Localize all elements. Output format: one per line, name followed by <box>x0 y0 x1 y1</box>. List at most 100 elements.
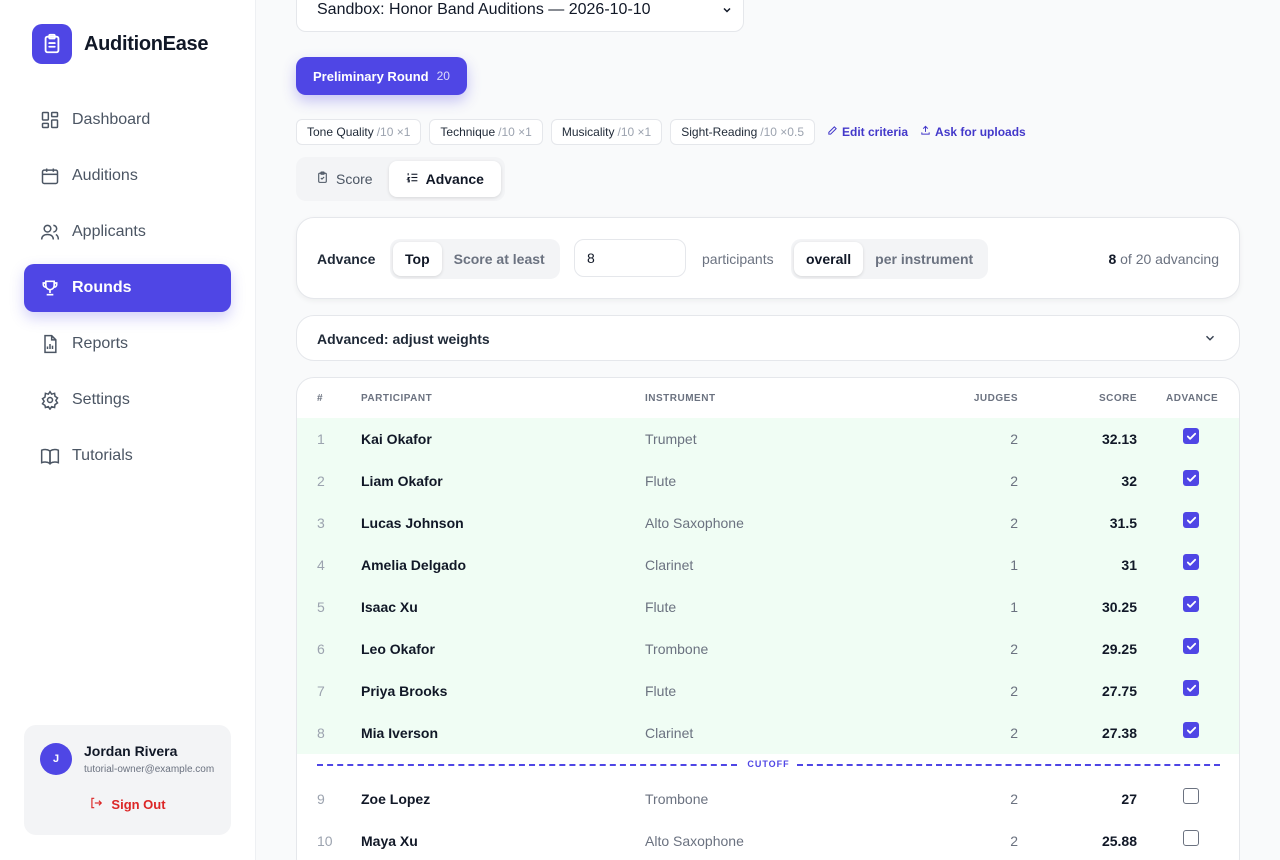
row-judges: 1 <box>1010 599 1018 615</box>
table-row: 6 Leo Okafor Trombone 2 29.25 <box>297 628 1239 670</box>
sidebar-item-settings[interactable]: Settings <box>24 376 231 424</box>
row-participant: Mia Iverson <box>361 725 439 741</box>
report-icon <box>40 334 60 354</box>
scope-per-instrument-option[interactable]: per instrument <box>863 242 985 276</box>
row-score: 25.88 <box>1101 833 1137 849</box>
advance-checkbox[interactable] <box>1183 830 1199 846</box>
list-ordered-icon <box>405 171 419 187</box>
ask-for-uploads-label: Ask for uploads <box>935 125 1026 139</box>
advance-scope-toggle: overall per instrument <box>791 239 989 279</box>
advance-checkbox[interactable] <box>1183 512 1199 528</box>
row-judges: 2 <box>1010 791 1018 807</box>
brand[interactable]: AuditionEase <box>32 24 209 64</box>
row-score: 32.13 <box>1101 431 1137 447</box>
row-instrument: Trombone <box>645 641 709 657</box>
row-score: 27.38 <box>1101 725 1137 741</box>
sign-out-label: Sign Out <box>111 797 166 812</box>
criterion-chip: Sight-Reading/10 ×0.5 <box>670 119 815 145</box>
sidebar-item-rounds[interactable]: Rounds <box>24 264 231 312</box>
advance-checkbox[interactable] <box>1183 680 1199 696</box>
row-score: 31 <box>1121 557 1137 573</box>
tab-advance[interactable]: Advance <box>388 161 501 197</box>
advance-label: Advance <box>317 251 376 267</box>
row-judges: 2 <box>1010 515 1018 531</box>
table-header: # PARTICIPANT INSTRUMENT JUDGES SCORE AD… <box>297 378 1239 418</box>
sidebar-item-dashboard[interactable]: Dashboard <box>24 96 231 144</box>
sidebar-item-tutorials[interactable]: Tutorials <box>24 432 231 480</box>
advance-controls-card: Advance Top Score at least participants … <box>296 217 1240 299</box>
sidebar-item-applicants[interactable]: Applicants <box>24 208 231 256</box>
sidebar-item-reports[interactable]: Reports <box>24 320 231 368</box>
view-tabs: Score Advance <box>296 157 505 201</box>
adjust-weights-accordion[interactable]: Advanced: adjust weights <box>296 315 1240 361</box>
row-judges: 2 <box>1010 641 1018 657</box>
round-tab-preliminary[interactable]: Preliminary Round 20 <box>296 57 467 95</box>
sign-out-button[interactable]: Sign Out <box>24 796 231 813</box>
cutoff-divider: CUTOFF <box>317 754 1220 776</box>
advance-checkbox[interactable] <box>1183 788 1199 804</box>
scope-overall-option[interactable]: overall <box>794 242 864 276</box>
user-email: tutorial-owner@example.com <box>84 764 215 775</box>
row-rank: 2 <box>317 473 325 489</box>
advancing-count: 8 <box>1108 251 1117 267</box>
row-participant: Kai Okafor <box>361 431 432 447</box>
advance-checkbox[interactable] <box>1183 554 1199 570</box>
ask-for-uploads-link[interactable]: Ask for uploads <box>920 125 1026 139</box>
chevron-down-icon <box>721 3 733 21</box>
sidebar-item-label: Auditions <box>72 167 138 184</box>
row-judges: 2 <box>1010 473 1018 489</box>
mode-score-at-least-option[interactable]: Score at least <box>442 242 557 276</box>
chevron-down-icon <box>1203 331 1217 350</box>
row-instrument: Alto Saxophone <box>645 833 744 849</box>
upload-icon <box>920 125 931 139</box>
clipboard-icon <box>32 24 72 64</box>
row-instrument: Trumpet <box>645 431 697 447</box>
row-participant: Maya Xu <box>361 833 418 849</box>
table-row: 10 Maya Xu Alto Saxophone 2 25.88 <box>297 820 1239 860</box>
calendar-icon <box>40 166 60 186</box>
row-participant: Liam Okafor <box>361 473 443 489</box>
row-rank: 5 <box>317 599 325 615</box>
audition-select[interactable]: Sandbox: Honor Band Auditions — 2026-10-… <box>296 0 744 32</box>
advance-checkbox[interactable] <box>1183 722 1199 738</box>
advance-checkbox[interactable] <box>1183 596 1199 612</box>
table-row: 3 Lucas Johnson Alto Saxophone 2 31.5 <box>297 502 1239 544</box>
advance-checkbox[interactable] <box>1183 428 1199 444</box>
row-rank: 3 <box>317 515 325 531</box>
sidebar-item-auditions[interactable]: Auditions <box>24 152 231 200</box>
table-row: 1 Kai Okafor Trumpet 2 32.13 <box>297 418 1239 460</box>
criterion-name: Sight-Reading <box>681 125 758 139</box>
row-participant: Isaac Xu <box>361 599 418 615</box>
row-score: 29.25 <box>1101 641 1137 657</box>
cutoff-label: CUTOFF <box>747 759 790 769</box>
row-instrument: Alto Saxophone <box>645 515 744 531</box>
row-rank: 7 <box>317 683 325 699</box>
row-instrument: Trombone <box>645 791 709 807</box>
row-rank: 6 <box>317 641 325 657</box>
tab-score[interactable]: Score <box>300 161 389 197</box>
sidebar-item-label: Reports <box>72 335 129 352</box>
edit-criteria-link[interactable]: Edit criteria <box>827 125 908 139</box>
table-row: 5 Isaac Xu Flute 1 30.25 <box>297 586 1239 628</box>
advance-mode-toggle: Top Score at least <box>390 239 560 279</box>
criterion-chip: Technique/10 ×1 <box>429 119 543 145</box>
advance-checkbox[interactable] <box>1183 470 1199 486</box>
edit-criteria-label: Edit criteria <box>842 125 909 139</box>
sidebar-item-label: Settings <box>72 391 130 408</box>
criterion-weight: /10 ×0.5 <box>760 125 804 139</box>
mode-top-option[interactable]: Top <box>393 242 442 276</box>
col-header-participant: PARTICIPANT <box>361 393 433 404</box>
advance-checkbox[interactable] <box>1183 638 1199 654</box>
advance-count-input[interactable] <box>574 239 686 277</box>
col-header-num: # <box>317 393 324 404</box>
sidebar-item-label: Applicants <box>72 223 146 240</box>
participants-label: participants <box>702 251 774 267</box>
table-row: 4 Amelia Delgado Clarinet 1 31 <box>297 544 1239 586</box>
dashboard-icon <box>40 110 60 130</box>
user-card: J Jordan Rivera tutorial-owner@example.c… <box>24 725 231 835</box>
criterion-chip: Tone Quality/10 ×1 <box>296 119 422 145</box>
sidebar-item-label: Dashboard <box>72 111 151 128</box>
row-score: 32 <box>1121 473 1137 489</box>
row-rank: 8 <box>317 725 325 741</box>
row-score: 27.75 <box>1101 683 1137 699</box>
